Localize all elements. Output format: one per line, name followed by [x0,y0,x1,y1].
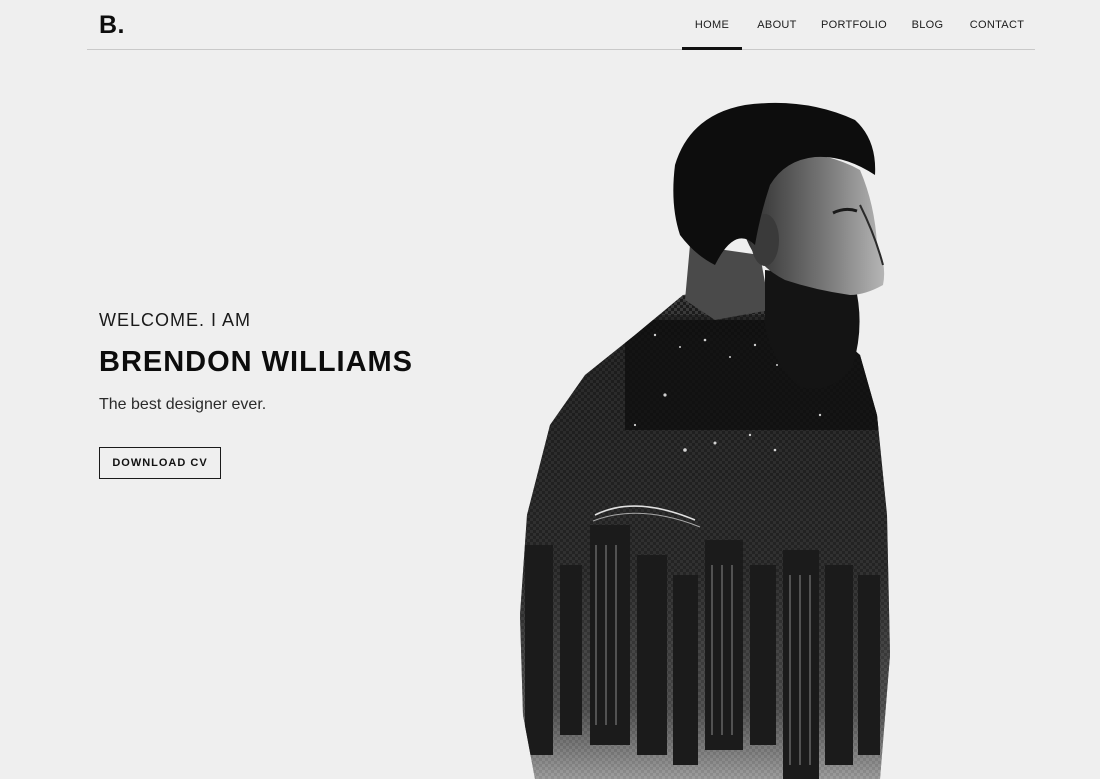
page: B. HOME ABOUT PORTFOLIO BLOG CONTACT WEL… [0,0,1100,779]
site-header: B. HOME ABOUT PORTFOLIO BLOG CONTACT [87,0,1035,50]
hero-welcome: WELCOME. I AM [99,310,252,330]
hero-tagline: The best designer ever. [99,396,267,413]
nav-item-blog[interactable]: BLOG [896,0,959,49]
nav-item-portfolio[interactable]: PORTFOLIO [812,0,896,49]
nav-item-contact[interactable]: CONTACT [959,0,1035,49]
nav-item-home[interactable]: HOME [682,0,742,50]
site-logo[interactable]: B. [99,10,125,40]
download-cv-button[interactable]: DOWNLOAD CV [99,447,221,479]
hero-portrait-image [520,102,890,779]
hero-name: BRENDON WILLIAMS [99,346,414,378]
nav-item-about[interactable]: ABOUT [742,0,812,49]
main-nav: HOME ABOUT PORTFOLIO BLOG CONTACT [682,0,1035,50]
